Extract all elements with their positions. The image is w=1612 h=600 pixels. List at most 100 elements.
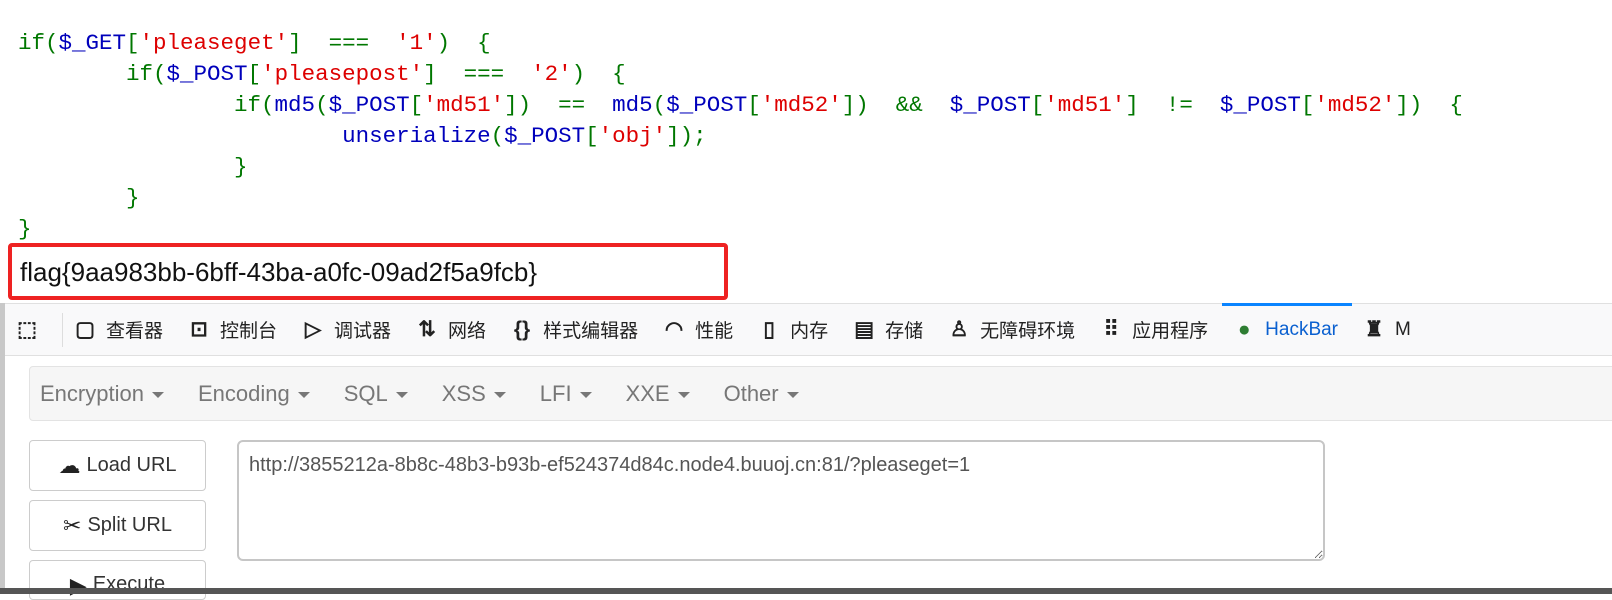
split-url-button[interactable]: ✂ Split URL <box>29 500 206 551</box>
menu-encryption[interactable]: Encryption <box>40 381 164 407</box>
hackbar-menu: Encryption Encoding SQL XSS LFI XXE Other <box>29 366 1612 421</box>
code-token: ]) && <box>841 92 950 118</box>
tab-pick-element[interactable]: ⬚ <box>5 304 62 355</box>
code-token: 'md52' <box>1314 92 1396 118</box>
code-token: $_POST <box>504 123 586 149</box>
tab-label: 样式编辑器 <box>543 321 639 342</box>
tab-label: 存储 <box>885 321 924 342</box>
code-token: [ <box>247 61 262 87</box>
code-token: } <box>18 216 32 242</box>
tab-label: 调试器 <box>334 321 392 342</box>
accessibility-icon: ♙ <box>949 318 969 341</box>
tab-style-editor[interactable]: {} 样式编辑器 <box>500 304 652 355</box>
code-token: 'md51' <box>1044 92 1126 118</box>
tab-label: 网络 <box>448 321 487 342</box>
load-url-button[interactable]: ☁ Load URL <box>29 440 206 491</box>
tab-label: M <box>1395 318 1411 340</box>
hackbar-icon: ● <box>1237 317 1251 341</box>
code-token: '1' <box>396 30 437 56</box>
code-token: '2' <box>531 61 572 87</box>
performance-icon: ◠ <box>664 318 684 341</box>
tab-label: 应用程序 <box>1132 321 1209 342</box>
menu-xxe[interactable]: XXE <box>626 381 690 407</box>
code-token: ) { <box>436 30 491 56</box>
code-token: 'obj' <box>598 123 667 149</box>
code-token: ( <box>315 92 329 118</box>
tab-network[interactable]: ⇅ 网络 <box>405 304 500 355</box>
menu-sql[interactable]: SQL <box>344 381 408 407</box>
code-token: $_POST <box>328 92 410 118</box>
tab-hackbar[interactable]: ● HackBar <box>1222 303 1352 355</box>
menu-xss[interactable]: XSS <box>442 381 506 407</box>
tab-performance[interactable]: ◠ 性能 <box>652 304 747 355</box>
tab-application[interactable]: ⠿ 应用程序 <box>1089 304 1222 355</box>
code-token: ] != <box>1125 92 1220 118</box>
code-token: 'md52' <box>760 92 842 118</box>
code-token: 'pleasepost' <box>261 61 424 87</box>
code-token: unserialize <box>342 123 491 149</box>
url-input[interactable] <box>237 440 1325 561</box>
code-line: if($_POST['pleasepost'] === '2') { <box>18 59 1463 90</box>
code-token: ( <box>490 123 505 149</box>
code-token: md5 <box>612 92 653 118</box>
style-editor-icon: {} <box>513 317 531 341</box>
code-token: [ <box>1030 92 1045 118</box>
execute-button[interactable]: ▶ Execute <box>29 560 206 600</box>
php-source-code: if($_GET['pleaseget'] === '1') { if($_PO… <box>18 28 1463 245</box>
code-token: ( <box>652 92 667 118</box>
scissors-icon: ✂ <box>63 512 82 538</box>
code-line: if($_GET['pleaseget'] === '1') { <box>18 28 1463 59</box>
tab-hacker[interactable]: ♜ M <box>1352 304 1425 355</box>
code-token: [ <box>585 123 599 149</box>
code-line: if(md5($_POST['md51']) == md5($_POST['md… <box>18 90 1463 121</box>
code-token: ] === <box>423 61 532 87</box>
code-token: } <box>18 154 248 180</box>
code-token: ]); <box>666 123 707 149</box>
code-line: } <box>18 152 1463 183</box>
code-token: [ <box>1300 92 1315 118</box>
tab-label: 内存 <box>790 321 829 342</box>
tab-storage[interactable]: ▤ 存储 <box>842 304 937 355</box>
code-token: $_POST <box>1219 92 1301 118</box>
menu-lfi[interactable]: LFI <box>540 381 592 407</box>
code-token: $_POST <box>166 61 248 87</box>
tab-debugger[interactable]: ▷ 调试器 <box>291 304 405 355</box>
code-token: if( <box>18 92 275 118</box>
debugger-icon: ▷ <box>304 318 322 341</box>
code-token: $_GET <box>58 30 127 56</box>
code-token: } <box>18 185 140 211</box>
code-token: [ <box>409 92 424 118</box>
tab-console[interactable]: ⊡ 控制台 <box>177 304 291 355</box>
menu-other[interactable]: Other <box>724 381 799 407</box>
devtools-panel: ⬚ ▢ 查看器 ⊡ 控制台 ▷ 调试器 ⇅ 网络 {} 样式编辑器 ◠ 性能 ▯ 内存 ▤ 存储 ♙ 无障碍环境 ⠿ 应… <box>0 303 1612 600</box>
hacker-icon: ♜ <box>1364 318 1384 341</box>
code-line: unserialize($_POST['obj']); <box>18 121 1463 152</box>
menu-encoding[interactable]: Encoding <box>198 381 310 407</box>
network-icon: ⇅ <box>418 318 436 341</box>
tab-label: 控制台 <box>220 321 278 342</box>
code-token: ] === <box>288 30 397 56</box>
tab-label: 性能 <box>695 321 734 342</box>
flag-highlight-box: flag{9aa983bb-6bff-43ba-a0fc-09ad2f5a9fc… <box>8 243 728 300</box>
code-token: [ <box>126 30 140 56</box>
cloud-download-icon: ☁ <box>58 452 81 478</box>
code-line: } <box>18 214 1463 245</box>
code-token: [ <box>747 92 761 118</box>
inspector-icon: ▢ <box>75 318 95 341</box>
window-bottom-edge <box>0 588 1612 594</box>
code-token: ]) { <box>1395 92 1463 118</box>
devtools-tab-bar: ⬚ ▢ 查看器 ⊡ 控制台 ▷ 调试器 ⇅ 网络 {} 样式编辑器 ◠ 性能 ▯ 内存 ▤ 存储 ♙ 无障碍环境 ⠿ 应… <box>5 303 1612 356</box>
code-token: if( <box>18 61 167 87</box>
tab-accessibility[interactable]: ♙ 无障碍环境 <box>937 304 1089 355</box>
tab-label: 无障碍环境 <box>980 321 1076 342</box>
tab-memory[interactable]: ▯ 内存 <box>747 304 842 355</box>
storage-icon: ▤ <box>854 318 875 341</box>
memory-icon: ▯ <box>763 318 775 341</box>
play-icon: ▶ <box>69 573 87 598</box>
tab-label: 查看器 <box>106 321 164 342</box>
flag-output: flag{9aa983bb-6bff-43ba-a0fc-09ad2f5a9fc… <box>20 257 538 287</box>
tab-inspector[interactable]: ▢ 查看器 <box>63 304 177 355</box>
code-token: ) { <box>571 61 626 87</box>
code-token: 'pleaseget' <box>139 30 289 56</box>
application-icon: ⠿ <box>1103 318 1119 341</box>
